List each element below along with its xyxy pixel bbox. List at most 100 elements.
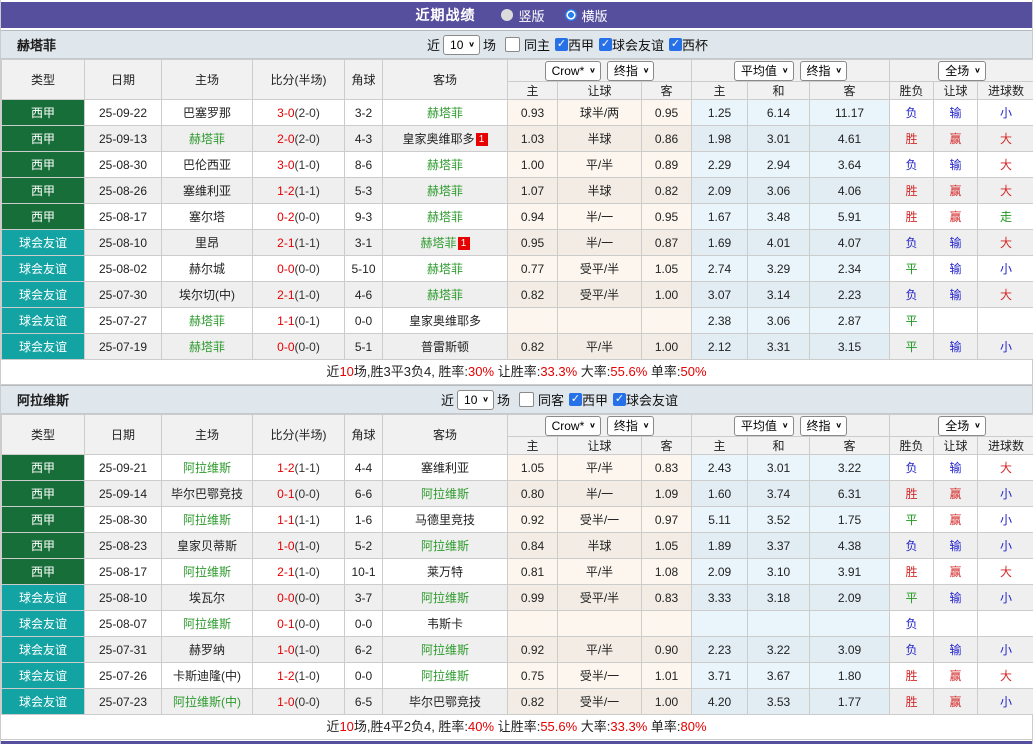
summary-text: 单率: <box>647 719 680 734</box>
same-venue-checkbox[interactable] <box>519 392 534 407</box>
avg-draw: 3.01 <box>748 455 810 481</box>
league-checkbox[interactable]: ✓ <box>599 38 612 51</box>
corner-score: 5-10 <box>345 256 383 282</box>
odds-line: 受半/一 <box>558 663 642 689</box>
result-let: 赢 <box>934 689 978 715</box>
odds-home: 0.82 <box>508 282 558 308</box>
league-checkbox[interactable]: ✓ <box>555 38 568 51</box>
team-label: 赫罗纳 <box>189 643 225 657</box>
home-team: 塞维利亚 <box>162 178 253 204</box>
home-team: 埃尔切(中) <box>162 282 253 308</box>
same-venue-checkbox[interactable] <box>505 37 520 52</box>
match-type: 西甲 <box>2 481 85 507</box>
away-team: 皇家奥维耶多 <box>383 308 508 334</box>
home-team: 皇家贝蒂斯 <box>162 533 253 559</box>
result-let: 输 <box>934 637 978 663</box>
summary-text: 55.6% <box>610 364 647 379</box>
league-checkbox[interactable]: ✓ <box>569 393 582 406</box>
odds-final-select[interactable]: 终指∨ <box>607 416 655 436</box>
score-half: (1-0) <box>295 158 320 172</box>
score-main: 0-0 <box>277 340 294 354</box>
avg-odds-select[interactable]: 平均值∨ <box>734 416 794 436</box>
avg-odds-select[interactable]: 平均值∨ <box>734 61 794 81</box>
home-team: 赫塔菲 <box>162 334 253 360</box>
chevron-down-icon: ∨ <box>482 395 489 404</box>
avg-draw: 3.22 <box>748 637 810 663</box>
score-half: (1-0) <box>295 288 320 302</box>
match-row: 球会友谊 25-07-27 赫塔菲 1-1(0-1) 0-0 皇家奥维耶多 2.… <box>2 308 1033 334</box>
score-main: 1-2 <box>277 184 294 198</box>
result-let: 赢 <box>934 126 978 152</box>
avg-draw: 3.52 <box>748 507 810 533</box>
layout-radio-horizontal[interactable]: 横版 <box>565 6 608 25</box>
home-team: 赫罗纳 <box>162 637 253 663</box>
team-label: 埃尔切(中) <box>179 288 235 302</box>
team-label: 莱万特 <box>427 565 463 579</box>
match-type: 球会友谊 <box>2 230 85 256</box>
score-main: 1-0 <box>277 643 294 657</box>
home-team: 塞尔塔 <box>162 204 253 230</box>
match-score: 1-2(1-1) <box>253 178 345 204</box>
fulltime-select[interactable]: 全场∨ <box>938 416 986 436</box>
match-type: 球会友谊 <box>2 663 85 689</box>
odds-home: 0.84 <box>508 533 558 559</box>
fulltime-select[interactable]: 全场∨ <box>938 61 986 81</box>
score-half: (1-0) <box>295 669 320 683</box>
summary-text: 33.3% <box>540 364 577 379</box>
corner-score: 4-6 <box>345 282 383 308</box>
team-label: 赫塔菲 <box>189 340 225 354</box>
radio-selected-icon[interactable] <box>565 9 577 21</box>
avg-home: 2.38 <box>692 308 748 334</box>
odds-away: 0.83 <box>642 455 692 481</box>
team-label: 塞维利亚 <box>421 461 469 475</box>
match-count-select[interactable]: 10∨ <box>457 390 494 410</box>
home-team: 里昂 <box>162 230 253 256</box>
match-row: 西甲 25-08-17 阿拉维斯 2-1(1-0) 10-1 莱万特 0.81 … <box>2 559 1033 585</box>
match-type: 西甲 <box>2 100 85 126</box>
away-team: 阿拉维斯 <box>383 637 508 663</box>
result-goals: 大 <box>978 152 1033 178</box>
odds-line <box>558 308 642 334</box>
match-score: 3-0(1-0) <box>253 152 345 178</box>
odds-company-select[interactable]: Crow*∨ <box>545 416 601 436</box>
layout-radio-vertical[interactable]: 竖版 <box>501 6 544 25</box>
team-label: 阿拉维斯 <box>183 565 231 579</box>
away-team: 赫塔菲 <box>383 282 508 308</box>
match-date: 25-07-31 <box>85 637 162 663</box>
col-header-type: 类型 <box>2 60 85 100</box>
away-team: 韦斯卡 <box>383 611 508 637</box>
same-venue-label: 同主 <box>524 35 550 54</box>
radio-unselected-icon[interactable] <box>501 9 513 21</box>
avg-away: 4.38 <box>810 533 890 559</box>
score-main: 0-2 <box>277 210 294 224</box>
avg-draw <box>748 611 810 637</box>
avg-away: 3.64 <box>810 152 890 178</box>
odds-away: 0.83 <box>642 585 692 611</box>
odds-line: 受平/半 <box>558 282 642 308</box>
league-checkbox[interactable]: ✓ <box>613 393 626 406</box>
games-label: 场 <box>483 35 496 54</box>
corner-score: 5-3 <box>345 178 383 204</box>
avg-away: 4.06 <box>810 178 890 204</box>
score-main: 2-1 <box>277 288 294 302</box>
match-count-select[interactable]: 10∨ <box>443 35 480 55</box>
corner-score: 9-3 <box>345 204 383 230</box>
score-half: (0-0) <box>295 487 320 501</box>
avg-final-select[interactable]: 终指∨ <box>800 61 848 81</box>
odds-company-select[interactable]: Crow*∨ <box>545 61 601 81</box>
col-header-avg-draw: 和 <box>748 82 810 100</box>
odds-away: 0.82 <box>642 178 692 204</box>
match-score: 1-2(1-0) <box>253 663 345 689</box>
home-team: 阿拉维斯 <box>162 559 253 585</box>
match-row: 球会友谊 25-08-07 阿拉维斯 0-1(0-0) 0-0 韦斯卡 负 <box>2 611 1033 637</box>
match-score: 2-1(1-0) <box>253 282 345 308</box>
odds-line: 受半/一 <box>558 689 642 715</box>
odds-select-group: Crow*∨ 终指∨ <box>508 415 692 437</box>
odds-final-select[interactable]: 终指∨ <box>607 61 655 81</box>
col-header-avg-home: 主 <box>692 82 748 100</box>
league-checkbox[interactable]: ✓ <box>669 38 682 51</box>
home-team: 赫塔菲 <box>162 126 253 152</box>
avg-final-select[interactable]: 终指∨ <box>800 416 848 436</box>
col-header-date: 日期 <box>85 60 162 100</box>
avg-home: 5.11 <box>692 507 748 533</box>
